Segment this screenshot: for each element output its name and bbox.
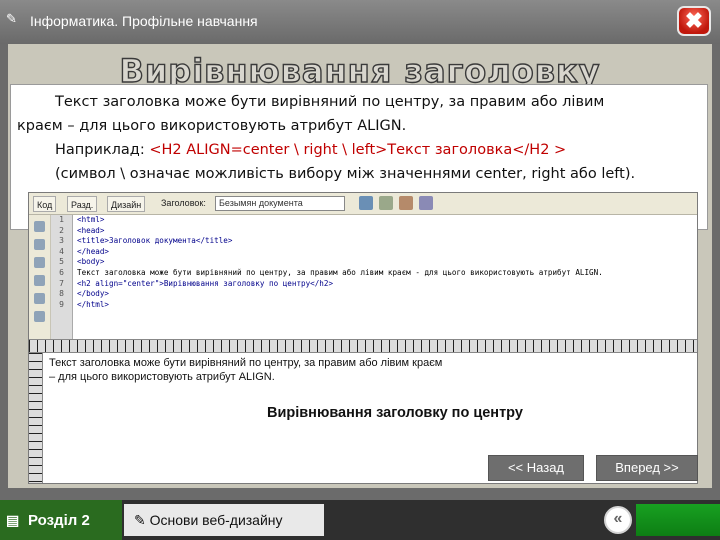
code-line: <body> <box>77 257 105 267</box>
close-button[interactable]: ✖ <box>677 6 711 36</box>
code-line: <head> <box>77 225 105 235</box>
expand-icon[interactable] <box>34 257 45 268</box>
paragraph-3: (символ \ означає можливість вибору між … <box>55 166 636 182</box>
vertical-ruler <box>29 353 43 483</box>
code-view[interactable]: <html> <head> <title>Заголовок документа… <box>73 215 697 339</box>
title-field[interactable]: Безымян документа <box>215 196 345 211</box>
course-label: Основи веб-дизайну <box>149 512 283 528</box>
line-number: 8 <box>59 289 64 299</box>
course-tab[interactable]: ✎ Основи веб-дизайну <box>124 504 324 536</box>
globe-icon[interactable] <box>359 196 373 210</box>
code-line: <title>Заголовок документа</title> <box>77 236 233 246</box>
green-accent-bar <box>636 504 720 536</box>
window-titlebar: ✎ Інформатика. Профільне навчання ✖ <box>0 0 720 44</box>
collapse-icon[interactable] <box>34 239 45 250</box>
horizontal-ruler <box>29 339 697 353</box>
coding-toolbar <box>29 215 51 339</box>
line-number: 4 <box>59 246 64 256</box>
pen-icon: ✎ <box>134 512 150 528</box>
options-icon[interactable] <box>419 196 433 210</box>
line-number: 6 <box>59 267 64 277</box>
preview-text-line-1: Текст заголовка може бути вирівняний по … <box>49 357 443 369</box>
preview-heading: Вирівнювання заголовку по центру <box>267 405 523 421</box>
editor-toolbar: Код Разд. Дизайн Заголовок: Безымян доку… <box>29 193 697 215</box>
refresh-icon[interactable] <box>399 196 413 210</box>
chevron-left-icon[interactable]: « <box>604 506 632 534</box>
select-parent-icon[interactable] <box>34 275 45 286</box>
example-code: <H2 ALIGN=center \ right \ left>Текст за… <box>149 142 567 158</box>
title-label: Заголовок: <box>161 198 206 208</box>
split-view-button[interactable]: Разд. <box>67 196 98 212</box>
line-number: 1 <box>59 215 64 224</box>
code-view-button[interactable]: Код <box>33 196 57 212</box>
preview-text-line-2: – для цього використовують атрибут ALIGN… <box>49 371 275 383</box>
code-line: Текст заголовка може бути вирівняний по … <box>77 267 603 277</box>
line-numbers-icon[interactable] <box>34 293 45 304</box>
design-view-button[interactable]: Дизайн <box>107 196 146 212</box>
line-number: 7 <box>59 278 64 288</box>
line-number: 9 <box>59 299 64 309</box>
wrap-icon[interactable] <box>34 311 45 322</box>
example-prefix: Наприклад: <box>55 142 150 158</box>
line-number: 2 <box>59 225 64 235</box>
open-documents-icon[interactable] <box>34 221 45 232</box>
line-number: 5 <box>59 257 64 267</box>
section-tab[interactable]: ▤ Розділ 2 <box>0 500 122 540</box>
check-icon[interactable] <box>379 196 393 210</box>
book-icon: ▤ <box>6 512 20 528</box>
slide-content: Вирівнювання заголовку Текст заголовка м… <box>8 44 712 488</box>
back-button[interactable]: << Назад <box>488 455 584 481</box>
code-line: <html> <box>77 215 105 224</box>
paragraph-2: Наприклад: <H2 ALIGN=center \ right \ le… <box>17 138 701 162</box>
paragraph-1-line-1: Текст заголовка може бути вирівняний по … <box>55 94 605 110</box>
line-number-gutter: 1 2 3 4 5 6 7 8 9 <box>51 215 73 339</box>
section-label: Розділ 2 <box>28 512 90 529</box>
editor-screenshot: Код Разд. Дизайн Заголовок: Безымян доку… <box>28 192 698 484</box>
paragraph-1-line-2: краєм – для цього використовують атрибут… <box>17 118 407 134</box>
code-line: </body> <box>77 289 110 299</box>
code-line: </head> <box>77 246 110 256</box>
pen-icon: ✎ <box>6 11 17 26</box>
window-title: Інформатика. Профільне навчання <box>30 13 258 29</box>
forward-button[interactable]: Вперед >> <box>596 455 698 481</box>
code-line: </html> <box>77 299 110 309</box>
line-number: 3 <box>59 236 64 246</box>
code-line: <h2 align="center">Вирівнювання заголовк… <box>77 278 334 288</box>
